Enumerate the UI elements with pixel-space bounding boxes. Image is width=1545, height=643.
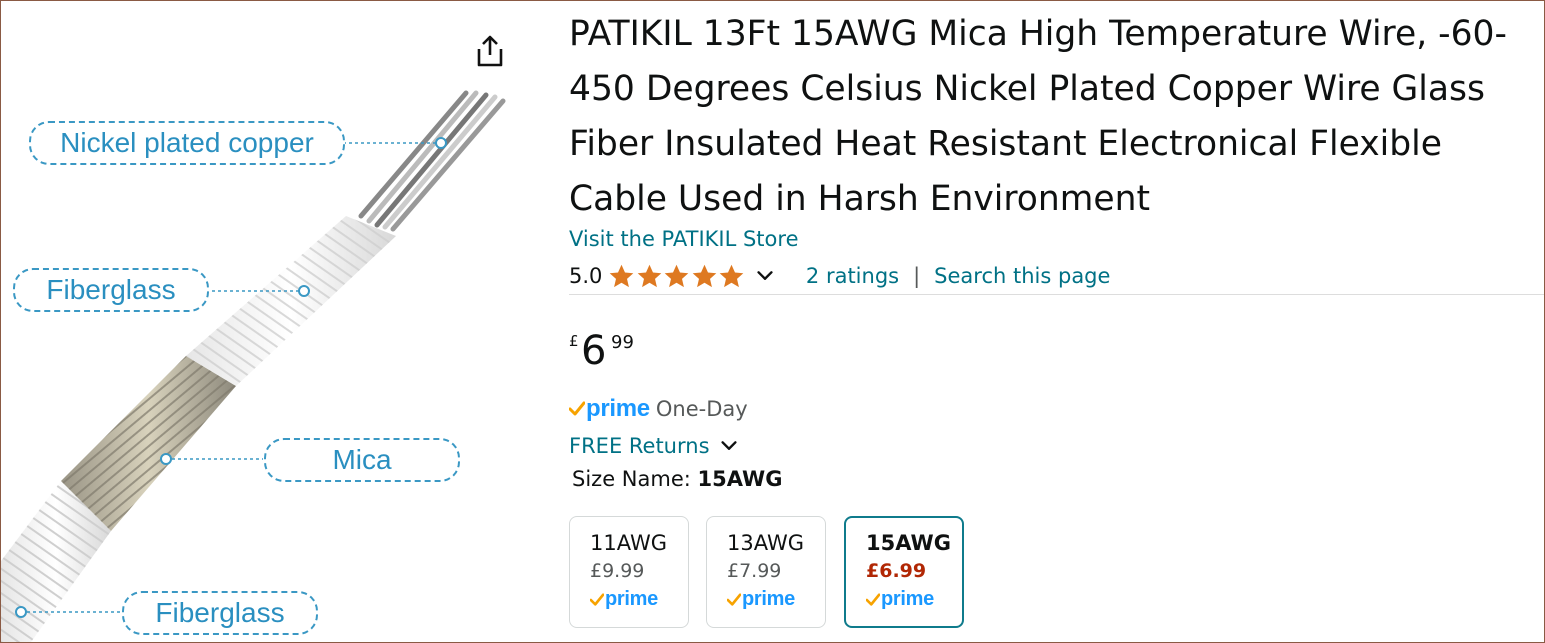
product-image[interactable]: Nickel plated copper Fiberglass Mica Fib… [1, 1, 561, 642]
size-option-price: £6.99 [866, 560, 927, 582]
star-icon [637, 264, 662, 287]
size-name-label: Size Name: [572, 467, 691, 491]
prime-delivery: prime One-Day [569, 394, 748, 424]
size-option-price: £9.99 [590, 560, 645, 582]
price-currency: £ [569, 332, 579, 350]
prime-badge: prime [866, 588, 962, 611]
prime-check-icon [569, 401, 585, 416]
search-this-page-link[interactable]: Search this page [934, 264, 1110, 288]
prime-word: prime [586, 395, 650, 422]
product-title: PATIKIL 13Ft 15AWG Mica High Temperature… [569, 14, 1507, 219]
star-icon [665, 264, 689, 287]
free-returns-dropdown[interactable]: FREE Returns [569, 432, 740, 460]
share-icon [477, 35, 503, 67]
free-returns-label: FREE Returns [569, 434, 710, 458]
prime-logo: prime [569, 395, 650, 423]
callout-label: Fiberglass [46, 274, 176, 305]
delivery-speed: One-Day [655, 397, 748, 421]
size-option-name: 11AWG [590, 531, 667, 555]
callout-label: Nickel plated copper [60, 127, 314, 158]
separator: | [913, 264, 921, 288]
size-option-name: 13AWG [727, 531, 804, 555]
prime-word: prime [742, 588, 795, 610]
star-icon [692, 264, 717, 287]
share-button[interactable] [473, 33, 507, 69]
callout-label: Mica [332, 444, 392, 475]
rating-value: 5.0 [569, 264, 603, 288]
divider [569, 294, 1544, 295]
callout-fiberglass-inner: Fiberglass [13, 268, 209, 312]
ratings-link[interactable]: 2 ratings [806, 264, 899, 288]
star-icon [610, 264, 634, 287]
rating-row: 5.0 2 ratings | Search this page [569, 261, 1110, 291]
store-link[interactable]: Visit the PATIKIL Store [569, 227, 798, 251]
callout-mica: Mica [264, 438, 460, 482]
size-option-13awg[interactable]: 13AWG £7.99 prime [706, 516, 826, 628]
size-option-price: £7.99 [727, 560, 782, 582]
size-option-15awg[interactable]: 15AWG £6.99 prime [844, 516, 964, 628]
wire-illustration [1, 90, 506, 642]
chevron-down-icon[interactable] [754, 265, 776, 287]
size-option-name: 15AWG [866, 531, 951, 555]
price-whole: 6 [581, 328, 607, 374]
chevron-down-icon [720, 441, 737, 450]
product-page: Nickel plated copper Fiberglass Mica Fib… [0, 0, 1545, 643]
price-fraction: 99 [611, 332, 634, 353]
star-rating[interactable] [608, 263, 746, 290]
prime-badge: prime [590, 588, 688, 611]
prime-check-icon [590, 592, 604, 606]
star-icon [720, 264, 744, 287]
prime-word: prime [881, 588, 934, 610]
size-selected-value: 15AWG [697, 467, 783, 491]
prime-badge: prime [727, 588, 825, 611]
prime-check-icon [866, 592, 880, 606]
callout-fiberglass-outer: Fiberglass [122, 591, 318, 635]
callout-label: Fiberglass [155, 597, 285, 628]
prime-check-icon [727, 592, 741, 606]
prime-word: prime [605, 588, 658, 610]
callout-nickel-plated-copper: Nickel plated copper [29, 121, 345, 165]
size-selector-label: Size Name: 15AWG [572, 467, 782, 491]
size-option-11awg[interactable]: 11AWG £9.99 prime [569, 516, 689, 628]
